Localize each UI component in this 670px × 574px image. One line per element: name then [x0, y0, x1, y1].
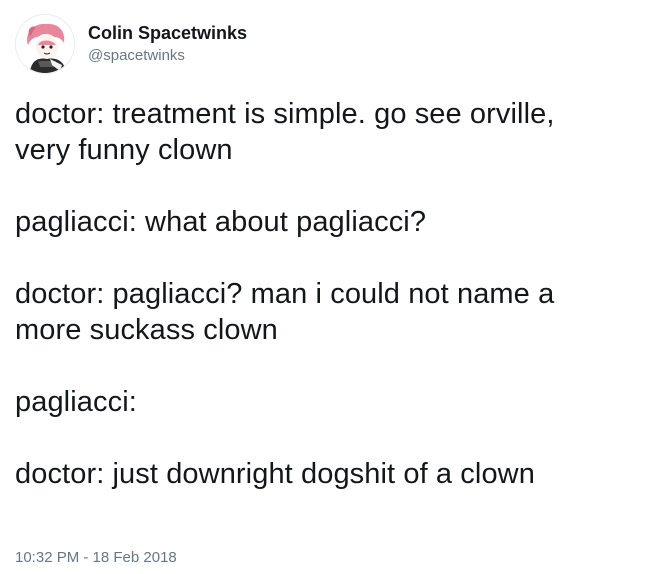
tweet-paragraph-1: doctor: treatment is simple. go see orvi… — [15, 98, 555, 166]
tweet-timestamp[interactable]: 10:32 PM - 18 Feb 2018 — [15, 548, 177, 568]
cartoon-avatar-icon — [16, 15, 74, 73]
tweet-header: Colin Spacetwinks @spacetwinks — [15, 12, 247, 76]
tweet-paragraph-2: pagliacci: what about pagliacci? — [15, 206, 427, 238]
avatar[interactable] — [15, 14, 75, 74]
tweet-paragraph-5: doctor: just downright dogshit of a clow… — [15, 458, 535, 490]
author-names: Colin Spacetwinks @spacetwinks — [88, 22, 247, 66]
author-display-name[interactable]: Colin Spacetwinks — [88, 22, 247, 44]
tweet-paragraph-4: pagliacci: — [15, 386, 137, 418]
tweet-paragraph-3: doctor: pagliacci? man i could not name … — [15, 278, 555, 346]
tweet-card: Colin Spacetwinks @spacetwinks doctor: t… — [0, 0, 670, 574]
tweet-text: doctor: treatment is simple. go see orvi… — [15, 96, 660, 492]
author-handle[interactable]: @spacetwinks — [88, 46, 247, 66]
